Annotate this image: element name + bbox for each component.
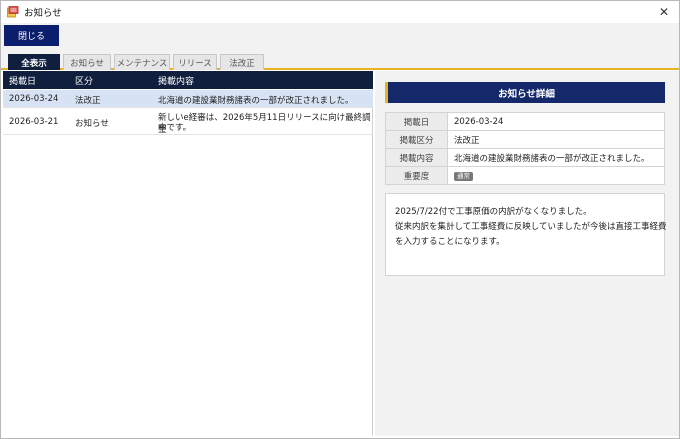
tab-maintenance[interactable]: メンテナンス xyxy=(114,54,170,70)
row-date: 2026-03-21 xyxy=(9,117,59,127)
tab-notice[interactable]: お知らせ xyxy=(63,54,111,70)
value-category: 法改正 xyxy=(447,130,665,149)
body-line: を入力することになります。 xyxy=(395,237,505,247)
detail-table: 掲載日 2026-03-24 掲載区分 法改正 掲載内容 北海道の建設業財務諸表… xyxy=(385,112,665,185)
column-header-content[interactable]: 掲載内容 xyxy=(158,74,194,87)
column-header-date[interactable]: 掲載日 xyxy=(9,74,36,87)
tab-all[interactable]: 全表示 xyxy=(8,54,60,70)
close-icon[interactable]: ✕ xyxy=(653,2,675,22)
column-header-category[interactable]: 区分 xyxy=(75,74,93,87)
row-category: 法改正 xyxy=(75,96,101,106)
close-button[interactable]: 閉じる xyxy=(4,25,59,46)
table-row[interactable]: 2026-03-24 法改正 北海道の建設業財務諸表の一部が改正されました。 xyxy=(3,90,373,108)
row-date: 2026-03-24 xyxy=(9,94,59,104)
body-line: 2025/7/22付で工事原価の内訳がなくなりました。 xyxy=(395,207,592,217)
tab-law-revision[interactable]: 法改正 xyxy=(220,54,264,70)
label-importance: 重要度 xyxy=(385,166,448,185)
window-title: お知らせ xyxy=(24,8,62,19)
row-category: お知らせ xyxy=(75,119,109,129)
tab-release[interactable]: リリース xyxy=(173,54,217,70)
notice-list: 掲載日 区分 掲載内容 2026-03-24 法改正 北海道の建設業財務諸表の一… xyxy=(3,71,373,436)
title-bar: お知らせ ✕ xyxy=(1,1,679,23)
detail-panel: お知らせ詳細 掲載日 2026-03-24 掲載区分 法改正 掲載内容 北海道の… xyxy=(375,71,679,436)
importance-badge: 通常 xyxy=(454,171,473,181)
notice-window: お知らせ ✕ 閉じる 全表示 お知らせ メンテナンス リリース 法改正 掲載日 … xyxy=(0,0,680,439)
row-content: 北海道の建設業財務諸表の一部が改正されました。 xyxy=(158,96,354,106)
row-content-line-2: 中です。 xyxy=(158,123,192,133)
grid-header: 掲載日 区分 掲載内容 xyxy=(3,71,373,89)
detail-header: お知らせ詳細 xyxy=(385,82,665,103)
value-date: 2026-03-24 xyxy=(447,112,665,131)
value-content: 北海道の建設業財務諸表の一部が改正されました。 xyxy=(447,148,665,167)
label-date: 掲載日 xyxy=(385,112,448,131)
toolbar: 閉じる xyxy=(1,23,679,49)
detail-body: 2025/7/22付で工事原価の内訳がなくなりました。 従来内訳を集計して工事経… xyxy=(385,193,667,276)
body-line: 従来内訳を集計して工事経費に反映していましたが今後は直接工事経費 xyxy=(395,222,667,232)
table-row[interactable]: 2026-03-21 お知らせ 新しいe経審は、2026年5月11日リリースに向… xyxy=(3,109,373,135)
value-importance: 通常 xyxy=(447,166,665,185)
label-category: 掲載区分 xyxy=(385,130,448,149)
category-tabs: 全表示 お知らせ メンテナンス リリース 法改正 xyxy=(1,49,679,70)
app-icon xyxy=(7,6,19,18)
label-content: 掲載内容 xyxy=(385,148,448,167)
